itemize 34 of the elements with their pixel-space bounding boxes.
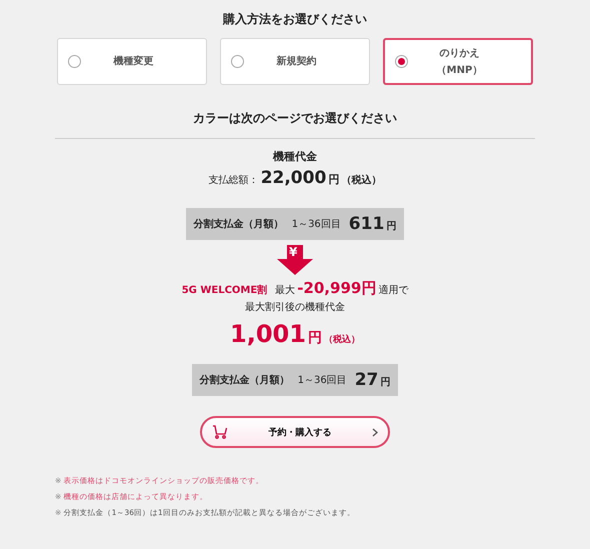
max-label: 最大 bbox=[275, 284, 296, 297]
installment-amount: 611 bbox=[348, 214, 384, 234]
yen-unit: 円 bbox=[308, 329, 322, 347]
installment-range: 1～36回目 bbox=[292, 218, 341, 231]
total-label: 支払総額： bbox=[208, 174, 259, 187]
tax-label: （税込） bbox=[324, 333, 360, 346]
cart-icon bbox=[212, 425, 228, 439]
installment-label: 分割支払金（月額） bbox=[200, 374, 290, 387]
installment-label: 分割支払金（月額） bbox=[194, 218, 284, 231]
apply-label: 適用で bbox=[378, 284, 408, 297]
radio-button[interactable] bbox=[68, 55, 81, 68]
purchase-button[interactable]: 予約・購入する bbox=[200, 416, 390, 448]
section-heading: 購入方法をお選びください bbox=[223, 11, 367, 28]
purchase-option[interactable]: 新規契約 bbox=[220, 38, 370, 85]
tax-label: （税込） bbox=[341, 174, 382, 187]
discount-amount: -20,999円 bbox=[297, 279, 376, 298]
yen-unit: 円 bbox=[380, 376, 390, 389]
installment-range: 1～36回目 bbox=[298, 374, 347, 387]
down-arrow-icon bbox=[277, 245, 313, 275]
radio-button[interactable] bbox=[231, 55, 244, 68]
yen-unit: 円 bbox=[328, 172, 340, 187]
purchase-option[interactable]: のりかえ （MNP） bbox=[383, 38, 533, 85]
campaign-name: 5G WELCOME割 bbox=[182, 284, 268, 297]
total-amount: 22,000 bbox=[260, 168, 326, 188]
chevron-right-icon bbox=[372, 428, 378, 436]
after-discount-label: 最大割引後の機種代金 bbox=[245, 300, 345, 314]
color-note: カラーは次のページでお選びください bbox=[193, 110, 397, 127]
price-title: 機種代金 bbox=[273, 149, 317, 164]
installment-amount: 27 bbox=[354, 370, 378, 390]
yen-unit: 円 bbox=[386, 220, 396, 233]
purchase-option[interactable]: 機種変更 bbox=[57, 38, 207, 85]
radio-button[interactable] bbox=[395, 55, 408, 68]
final-amount: 1,001 bbox=[230, 320, 306, 348]
yen-symbol: ¥ bbox=[289, 245, 298, 259]
